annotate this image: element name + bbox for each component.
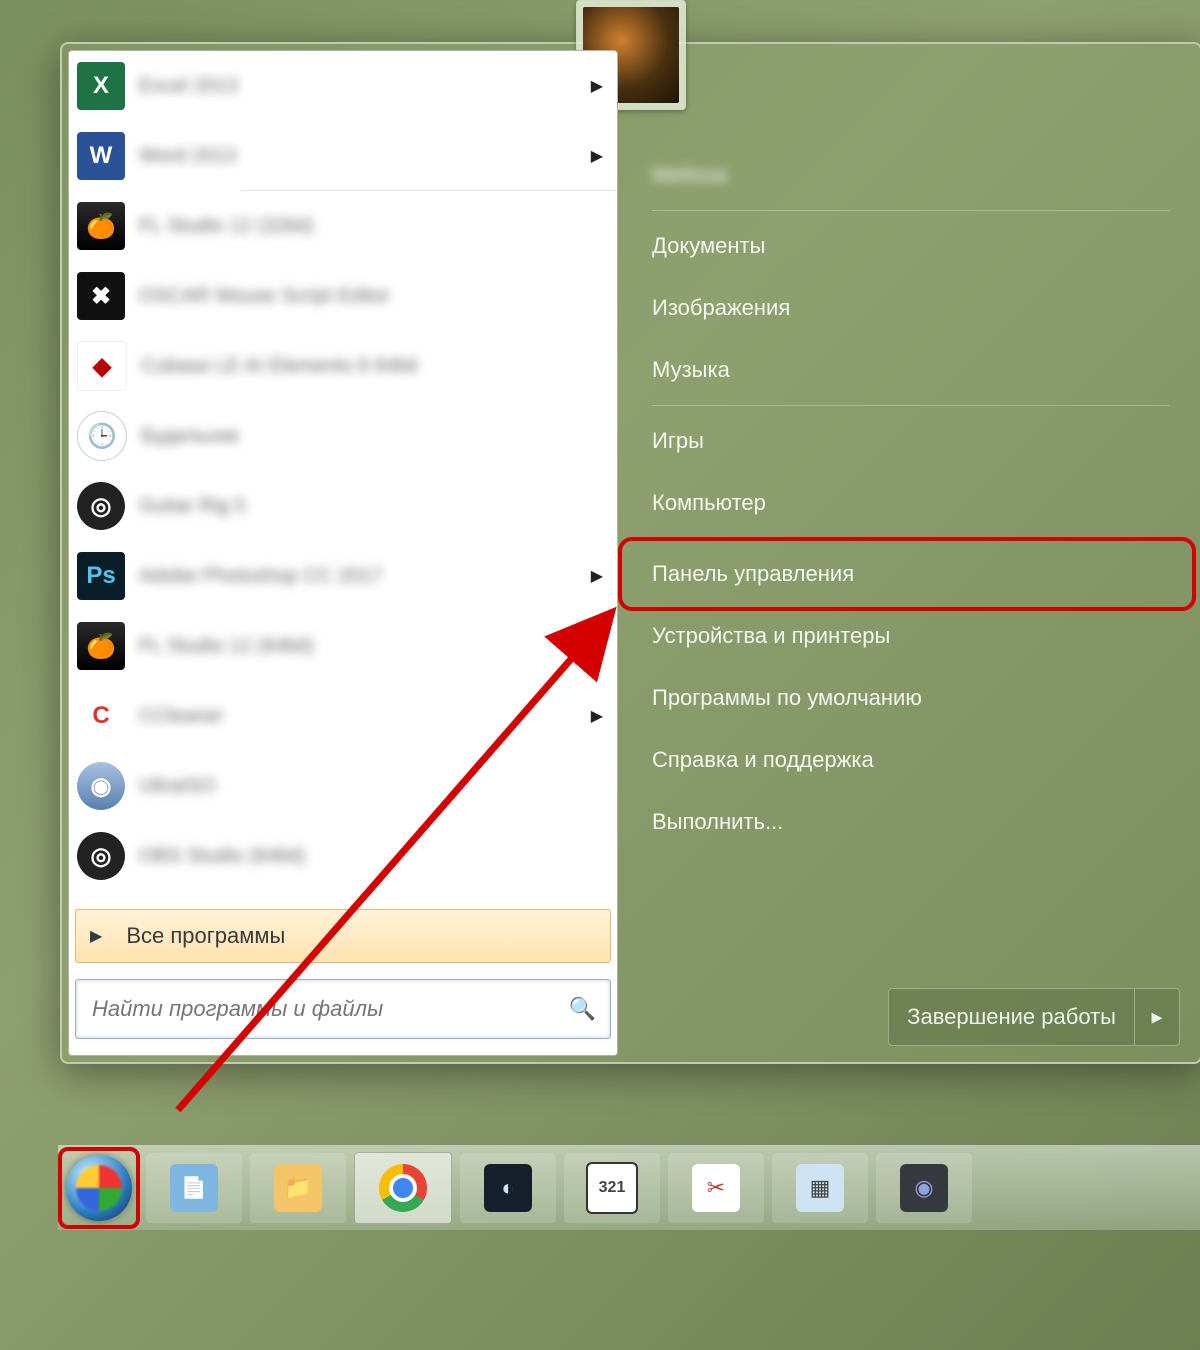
steam-icon: ◐ [484, 1164, 532, 1212]
program-item[interactable]: ◎ OBS Studio (64bit) [69, 821, 617, 891]
right-panel-item[interactable]: Компьютер [632, 472, 1190, 534]
right-panel-item[interactable]: Изображения [632, 277, 1190, 339]
right-panel-item[interactable]: Справка и поддержка [632, 729, 1190, 791]
all-programs-label: Все программы [126, 923, 285, 949]
fl-icon: 🍊 [77, 202, 125, 250]
submenu-arrow-icon: ▶ [591, 146, 603, 166]
taskbar-notepad-button[interactable]: 📄 [146, 1153, 242, 1223]
recent-programs-list: XExcel 2013▶WWord 2013▶🍊FL Studio 12 (32… [69, 51, 617, 897]
taskbar-explorer-button[interactable]: 📁 [250, 1153, 346, 1223]
osc-icon: ✖ [77, 272, 125, 320]
program-label: Будильник [141, 425, 609, 448]
taskbar-discord-button[interactable]: ◉ [876, 1153, 972, 1223]
cub-icon: ◆ [77, 341, 127, 391]
program-label: CCleaner [139, 705, 591, 728]
all-programs-button[interactable]: ▶ Все программы [75, 909, 611, 963]
chevron-right-icon: ▶ [90, 926, 102, 946]
shutdown-label: Завершение работы [889, 1004, 1134, 1030]
divider [652, 405, 1170, 406]
program-item[interactable]: Ps Adobe Photoshop CC 2017▶ [69, 541, 617, 611]
desktop-screen: XExcel 2013▶WWord 2013▶🍊FL Studio 12 (32… [0, 0, 1200, 1350]
taskbar-calc-button[interactable]: ▦ [772, 1153, 868, 1223]
program-item[interactable]: ◎ Guitar Rig 5 [69, 471, 617, 541]
iso-icon: ◉ [77, 762, 125, 810]
program-label: Guitar Rig 5 [139, 495, 609, 518]
submenu-arrow-icon: ▶ [591, 566, 603, 586]
taskbar: 📄 📁 ◐ 321 ✂ ▦ ◉ [58, 1145, 1200, 1230]
shutdown-button[interactable]: Завершение работы ▸ [888, 988, 1180, 1046]
notepad-icon: 📄 [170, 1164, 218, 1212]
shutdown-options-dropdown[interactable]: ▸ [1134, 989, 1179, 1045]
program-item[interactable]: ◉ UltraISO [69, 751, 617, 821]
program-item[interactable]: C CCleaner▶ [69, 681, 617, 751]
submenu-arrow-icon: ▶ [591, 76, 603, 96]
annotation-highlight-start-button [58, 1147, 140, 1229]
program-label: UltraISO [139, 775, 609, 798]
right-panel-item[interactable]: Музыка [632, 339, 1190, 401]
search-icon[interactable]: 🔍 [569, 996, 596, 1022]
program-label: OSCAR Mouse Script Editor [139, 285, 609, 308]
program-label: FL Studio 12 (64bit) [139, 635, 609, 658]
taskbar-mpc-button[interactable]: 321 [564, 1153, 660, 1223]
obs-icon: ◎ [77, 832, 125, 880]
right-panel-item[interactable]: Игры [632, 410, 1190, 472]
program-label: Excel 2013 [139, 75, 591, 98]
word-icon: W [77, 132, 125, 180]
snip-icon: ✂ [692, 1164, 740, 1212]
right-panel-item[interactable]: Документы [632, 215, 1190, 277]
explorer-icon: 📁 [274, 1164, 322, 1212]
program-label: Cubase LE AI Elements 8 64bit [141, 355, 609, 378]
annotation-highlight-control-panel [618, 537, 1196, 611]
submenu-arrow-icon: ▶ [591, 706, 603, 726]
search-input[interactable] [90, 995, 569, 1023]
right-panel-item[interactable]: Выполнить... [632, 791, 1190, 853]
taskbar-snip-button[interactable]: ✂ [668, 1153, 764, 1223]
start-menu-left-panel: XExcel 2013▶WWord 2013▶🍊FL Studio 12 (32… [68, 50, 618, 1056]
clock-icon: 🕒 [77, 411, 127, 461]
start-search-box[interactable]: 🔍 [75, 979, 611, 1039]
calc-icon: ▦ [796, 1164, 844, 1212]
cc-icon: C [77, 692, 125, 740]
program-item[interactable]: W Word 2013▶ [69, 121, 617, 191]
ps-icon: Ps [77, 552, 125, 600]
fl2-icon: 🍊 [77, 622, 125, 670]
program-item[interactable]: 🕒 Будильник [69, 401, 617, 471]
program-label: OBS Studio (64bit) [139, 845, 609, 868]
mpc-icon: 321 [586, 1162, 638, 1214]
program-item[interactable]: ✖ OSCAR Mouse Script Editor [69, 261, 617, 331]
program-item[interactable]: X Excel 2013▶ [69, 51, 617, 121]
program-label: Adobe Photoshop CC 2017 [139, 565, 591, 588]
taskbar-chrome-button[interactable] [354, 1152, 452, 1224]
divider [652, 210, 1170, 211]
program-item[interactable]: 🍊 FL Studio 12 (64bit) [69, 611, 617, 681]
program-item[interactable]: 🍊 FL Studio 12 (32bit) [69, 191, 617, 261]
right-panel-item[interactable]: Программы по умолчанию [632, 667, 1190, 729]
chrome-icon [379, 1164, 427, 1212]
program-label: Word 2013 [139, 145, 591, 168]
program-label: FL Studio 12 (32bit) [139, 215, 609, 238]
program-item[interactable]: ◆ Cubase LE AI Elements 8 64bit [69, 331, 617, 401]
right-panel-item[interactable]: Устройства и принтеры [632, 605, 1190, 667]
taskbar-steam-button[interactable]: ◐ [460, 1153, 556, 1223]
guitar-icon: ◎ [77, 482, 125, 530]
excel-icon: X [77, 62, 125, 110]
discord-icon: ◉ [900, 1164, 948, 1212]
username-label[interactable]: Melissa [632, 144, 1190, 206]
